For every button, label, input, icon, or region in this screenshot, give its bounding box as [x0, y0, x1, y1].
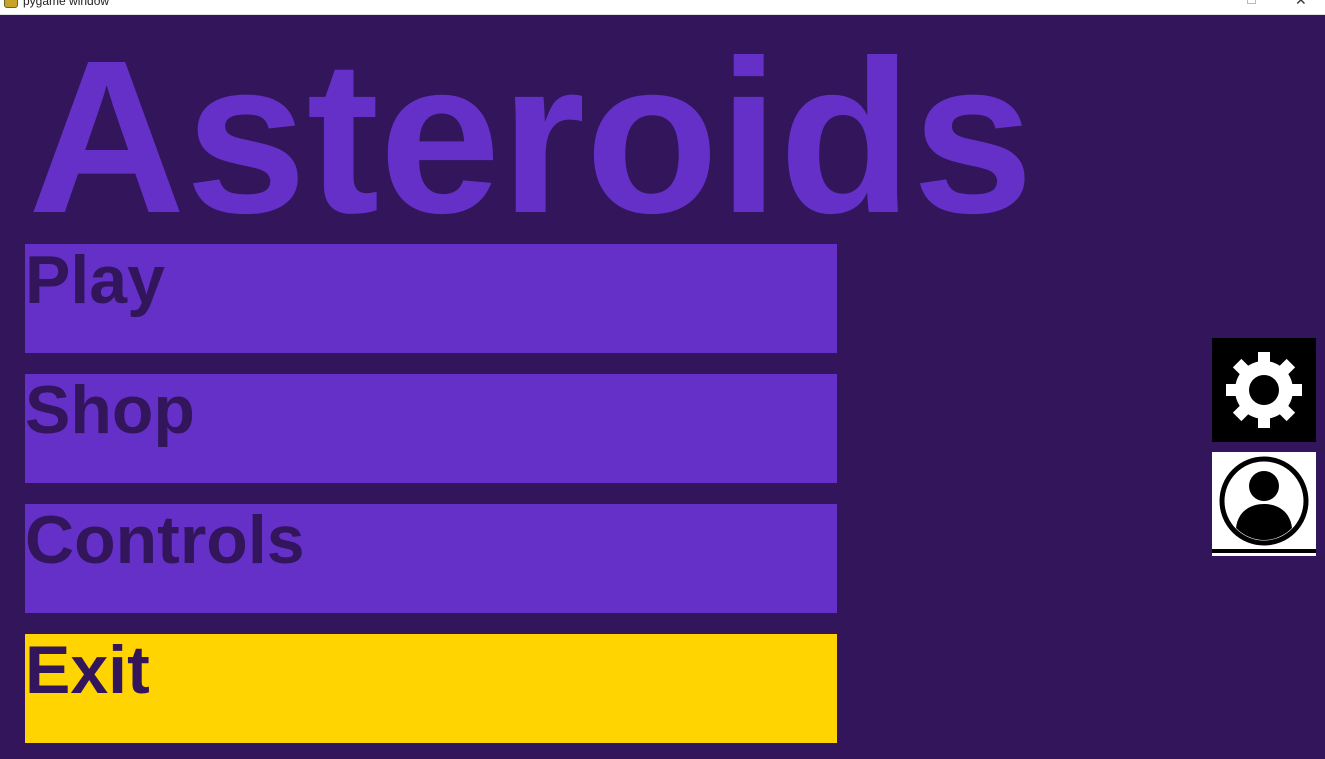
play-button-label: Play: [25, 242, 165, 318]
exit-button-label: Exit: [25, 632, 150, 708]
window-title: pygame window: [23, 0, 110, 8]
maximize-button[interactable]: [1247, 0, 1256, 4]
exit-button[interactable]: Exit: [25, 632, 837, 743]
profile-button[interactable]: [1212, 452, 1316, 556]
settings-button[interactable]: [1212, 338, 1316, 442]
gear-icon: [1212, 338, 1316, 442]
user-profile-icon: [1212, 452, 1316, 556]
game-title: Asteroids: [28, 16, 1034, 259]
controls-button[interactable]: Controls: [25, 502, 837, 613]
game-canvas: Asteroids Play Shop Controls Exit: [0, 15, 1325, 759]
window-titlebar: pygame window ✕: [0, 0, 1325, 15]
play-button[interactable]: Play: [25, 242, 837, 353]
shop-button-label: Shop: [25, 372, 195, 448]
pygame-app-icon: [4, 0, 18, 8]
controls-button-label: Controls: [25, 502, 305, 578]
close-window-button[interactable]: ✕: [1295, 0, 1307, 7]
shop-button[interactable]: Shop: [25, 372, 837, 483]
